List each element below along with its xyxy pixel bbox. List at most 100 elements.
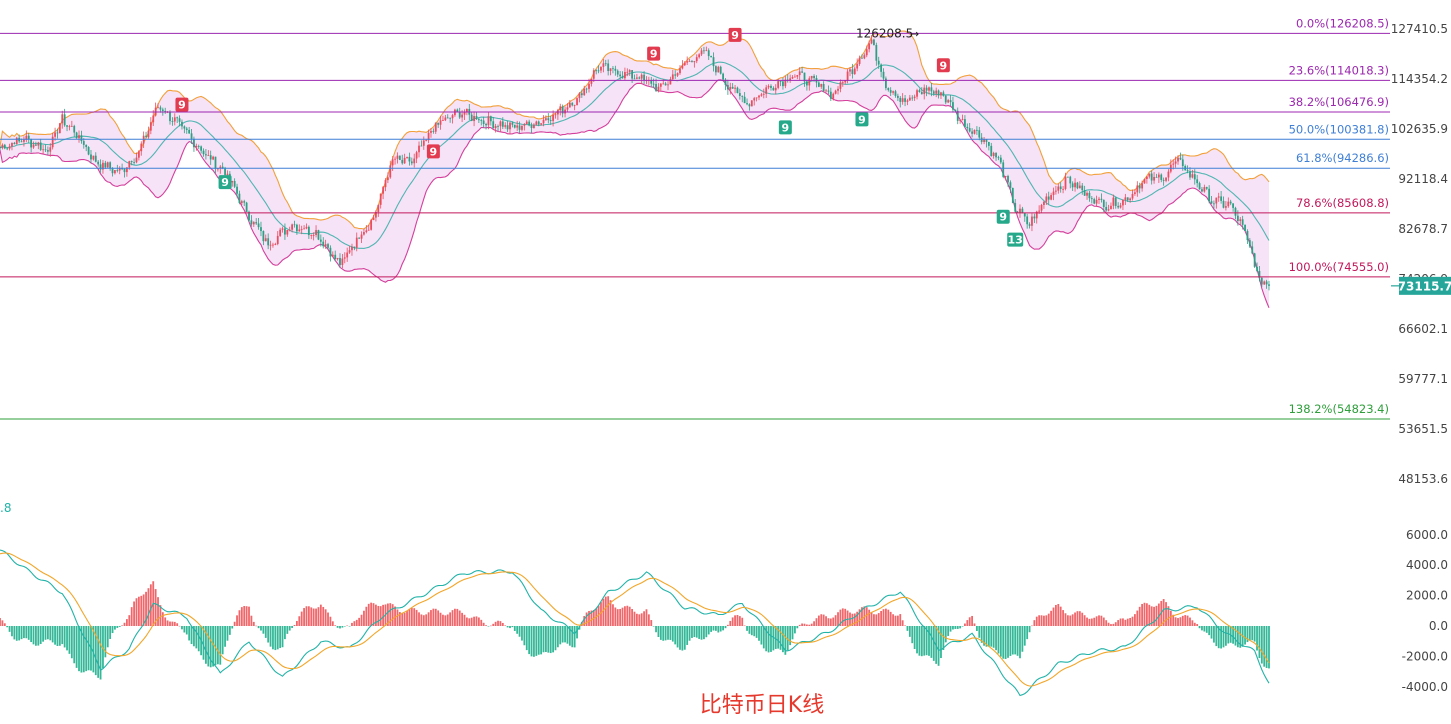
candle-body <box>111 168 114 174</box>
macd-histogram-bar <box>410 607 413 626</box>
macd-histogram-bar <box>789 626 792 646</box>
fib-level-label: 0.0%(126208.5) <box>1296 16 1389 30</box>
macd-value-fragment: .8 <box>0 501 11 515</box>
candle-body <box>549 120 552 121</box>
macd-histogram-bar <box>499 621 502 626</box>
macd-histogram-bar <box>336 626 339 628</box>
candle-body <box>106 162 109 168</box>
macd-histogram-bar <box>698 626 701 639</box>
candle-body <box>56 132 59 134</box>
macd-histogram-bar <box>418 612 420 626</box>
td-marker-label: 9 <box>999 211 1007 224</box>
candle-body <box>585 88 588 90</box>
macd-histogram-bar <box>1191 620 1194 626</box>
candle-body <box>990 145 993 156</box>
candle-body <box>13 142 16 145</box>
bitcoin-daily-kline-chart: 0.0%(126208.5) 23.6%(114018.3) 38.2%(10647… <box>0 16 1451 718</box>
macd-histogram-bar <box>1026 626 1029 640</box>
candle-body <box>1145 176 1148 179</box>
macd-histogram-bar <box>724 626 727 629</box>
candle-body <box>770 85 772 88</box>
candle-body <box>104 162 107 168</box>
td-marker-label: 9 <box>650 48 658 61</box>
macd-histogram-bar <box>1043 615 1045 626</box>
candle-body <box>262 231 265 242</box>
candle-body <box>1196 179 1199 184</box>
macd-histogram-bar <box>231 626 234 629</box>
candle-body <box>401 159 404 164</box>
macd-histogram-bar <box>1081 612 1084 626</box>
macd-histogram-bar <box>875 614 878 626</box>
candle-body <box>226 173 229 175</box>
macd-histogram-bar <box>6 626 9 628</box>
macd-histogram-bar <box>918 626 921 656</box>
macd-histogram-bar <box>1088 618 1091 626</box>
macd-histogram-bar <box>358 617 361 626</box>
candle-body <box>255 222 258 224</box>
macd-histogram-bar <box>947 626 950 636</box>
candle-body <box>621 76 624 79</box>
candle-body <box>887 88 890 91</box>
macd-histogram-bar <box>494 621 497 626</box>
candle-body <box>358 237 361 239</box>
candle-body <box>753 98 756 101</box>
candle-body <box>741 95 744 97</box>
macd-axis-tick: -4000.0 <box>1402 680 1448 694</box>
macd-histogram-bar <box>868 609 871 626</box>
price-axis-tick: 82678.7 <box>1398 222 1448 236</box>
candle-body <box>497 126 499 127</box>
macd-histogram-bar <box>585 612 588 626</box>
candle-body <box>1244 224 1246 232</box>
candle-body <box>70 125 73 127</box>
macd-histogram-bar <box>755 626 758 638</box>
macd-histogram-bar <box>671 626 674 642</box>
macd-histogram-bar <box>75 626 78 668</box>
macd-histogram-bar <box>736 615 739 626</box>
candle-body <box>489 116 492 122</box>
candle-body <box>1141 183 1143 189</box>
candle-body <box>293 224 296 226</box>
candle-body <box>801 71 804 73</box>
candle-body <box>873 39 875 45</box>
candle-body <box>1251 246 1254 254</box>
macd-histogram-bar <box>420 614 423 626</box>
macd-histogram-bar <box>1105 620 1108 626</box>
candle-body <box>157 107 159 109</box>
macd-histogram-bar <box>549 626 552 654</box>
macd-histogram-bar <box>827 618 830 626</box>
macd-histogram-bar <box>1220 626 1223 649</box>
macd-histogram-bar <box>406 611 408 626</box>
candle-body <box>178 118 181 122</box>
candle-body <box>1114 197 1117 206</box>
bollinger-bands <box>0 30 1270 309</box>
chart-title: 比特币日K线 <box>700 693 824 718</box>
macd-histogram-bar <box>748 626 751 634</box>
candle-body <box>286 230 289 235</box>
candle-body <box>434 122 437 132</box>
candle-body <box>899 97 902 102</box>
macd-histogram-bar <box>1215 626 1218 647</box>
macd-histogram-bar <box>1136 610 1139 626</box>
candle-body <box>200 146 203 151</box>
candle-body <box>224 168 226 175</box>
candle-body <box>715 66 717 73</box>
candle-body <box>602 63 605 67</box>
candle-body <box>530 125 533 129</box>
fib-level-label: 23.6%(114018.3) <box>1289 63 1389 77</box>
macd-histogram-bar <box>561 626 564 643</box>
macd-histogram-bar <box>430 610 432 626</box>
candle-body <box>123 168 126 173</box>
candle-body <box>243 201 246 203</box>
macd-histogram-bar <box>664 626 667 641</box>
macd-histogram-bar <box>650 620 653 626</box>
candle-body <box>492 121 495 129</box>
macd-histogram-bar <box>312 608 315 626</box>
candle-body <box>360 234 363 239</box>
macd-histogram-bar <box>940 626 942 659</box>
macd-axis-tick: 0.0 <box>1429 619 1448 633</box>
macd-histogram-bar <box>865 607 868 626</box>
candle-body <box>1090 198 1093 200</box>
macd-histogram-bar <box>20 626 23 640</box>
candle-body <box>1167 171 1170 178</box>
macd-histogram-bar <box>1253 626 1256 642</box>
